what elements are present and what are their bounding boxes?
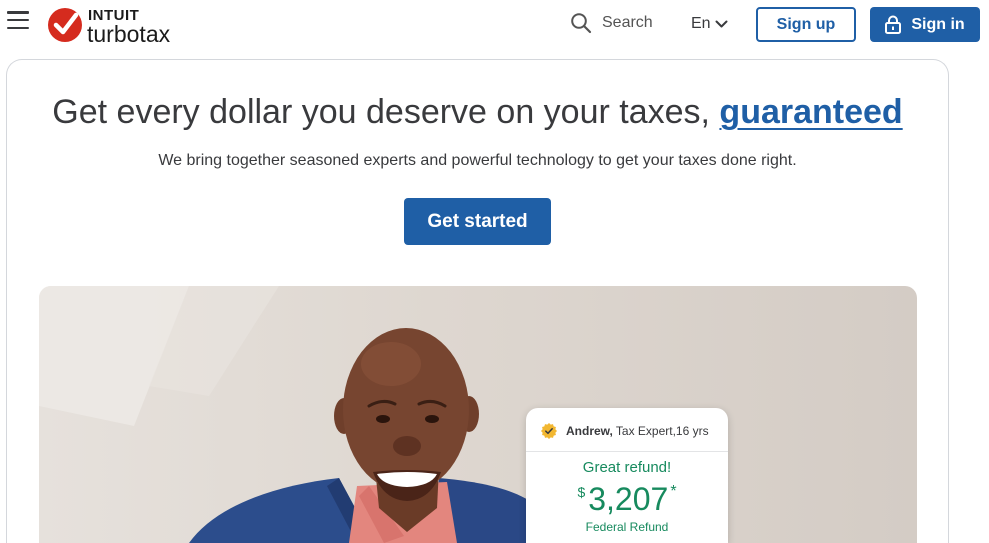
card-divider — [526, 451, 728, 452]
refund-headline: Great refund! — [582, 459, 672, 476]
currency-symbol: $ — [577, 484, 586, 500]
language-label: En — [691, 15, 711, 32]
hero-heading-text: Get every dollar you deserve on your tax… — [52, 93, 710, 131]
hero-image: Andrew, Tax Expert,16 yrs Great refund! … — [39, 286, 917, 543]
search-icon — [571, 13, 592, 34]
hamburger-menu-icon[interactable] — [7, 9, 29, 31]
verified-badge-icon — [541, 423, 557, 439]
checkmark-icon — [48, 8, 82, 42]
sign-up-label: Sign up — [776, 15, 836, 33]
expert-info: Andrew, Tax Expert,16 yrs — [541, 423, 709, 439]
hero-subtitle: We bring together seasoned experts and p… — [158, 152, 797, 169]
sign-in-button[interactable]: Sign in — [870, 7, 980, 42]
sign-up-button[interactable]: Sign up — [756, 7, 856, 42]
lock-icon — [885, 15, 902, 34]
chevron-down-icon — [715, 20, 728, 27]
page: INTUIT turbotax Search En Sign up Sign i… — [0, 0, 989, 543]
expert-refund-card: Andrew, Tax Expert,16 yrs Great refund! … — [526, 408, 728, 543]
search-button[interactable]: Search — [570, 10, 653, 36]
expert-name: Andrew, — [566, 424, 613, 438]
refund-amount-row: $ 3,207 * — [526, 483, 728, 517]
footnote-marker: * — [670, 483, 677, 500]
sign-in-label: Sign in — [911, 15, 965, 33]
get-started-button[interactable]: Get started — [404, 198, 551, 245]
refund-amount: 3,207 — [588, 481, 669, 517]
brand-turbotax: turbotax — [87, 21, 171, 47]
hero-heading: Get every dollar you deserve on your tax… — [7, 92, 948, 132]
expert-role: Tax Expert,16 yrs — [615, 424, 709, 438]
turbotax-logo[interactable]: INTUIT turbotax — [46, 5, 176, 47]
guaranteed-link[interactable]: guaranteed — [719, 93, 902, 131]
language-selector[interactable]: En — [691, 11, 728, 37]
get-started-label: Get started — [427, 210, 528, 232]
hero-section: Get every dollar you deserve on your tax… — [6, 59, 949, 543]
search-label: Search — [602, 14, 653, 31]
expert-photo — [39, 286, 539, 543]
refund-label: Federal Refund — [585, 520, 669, 534]
